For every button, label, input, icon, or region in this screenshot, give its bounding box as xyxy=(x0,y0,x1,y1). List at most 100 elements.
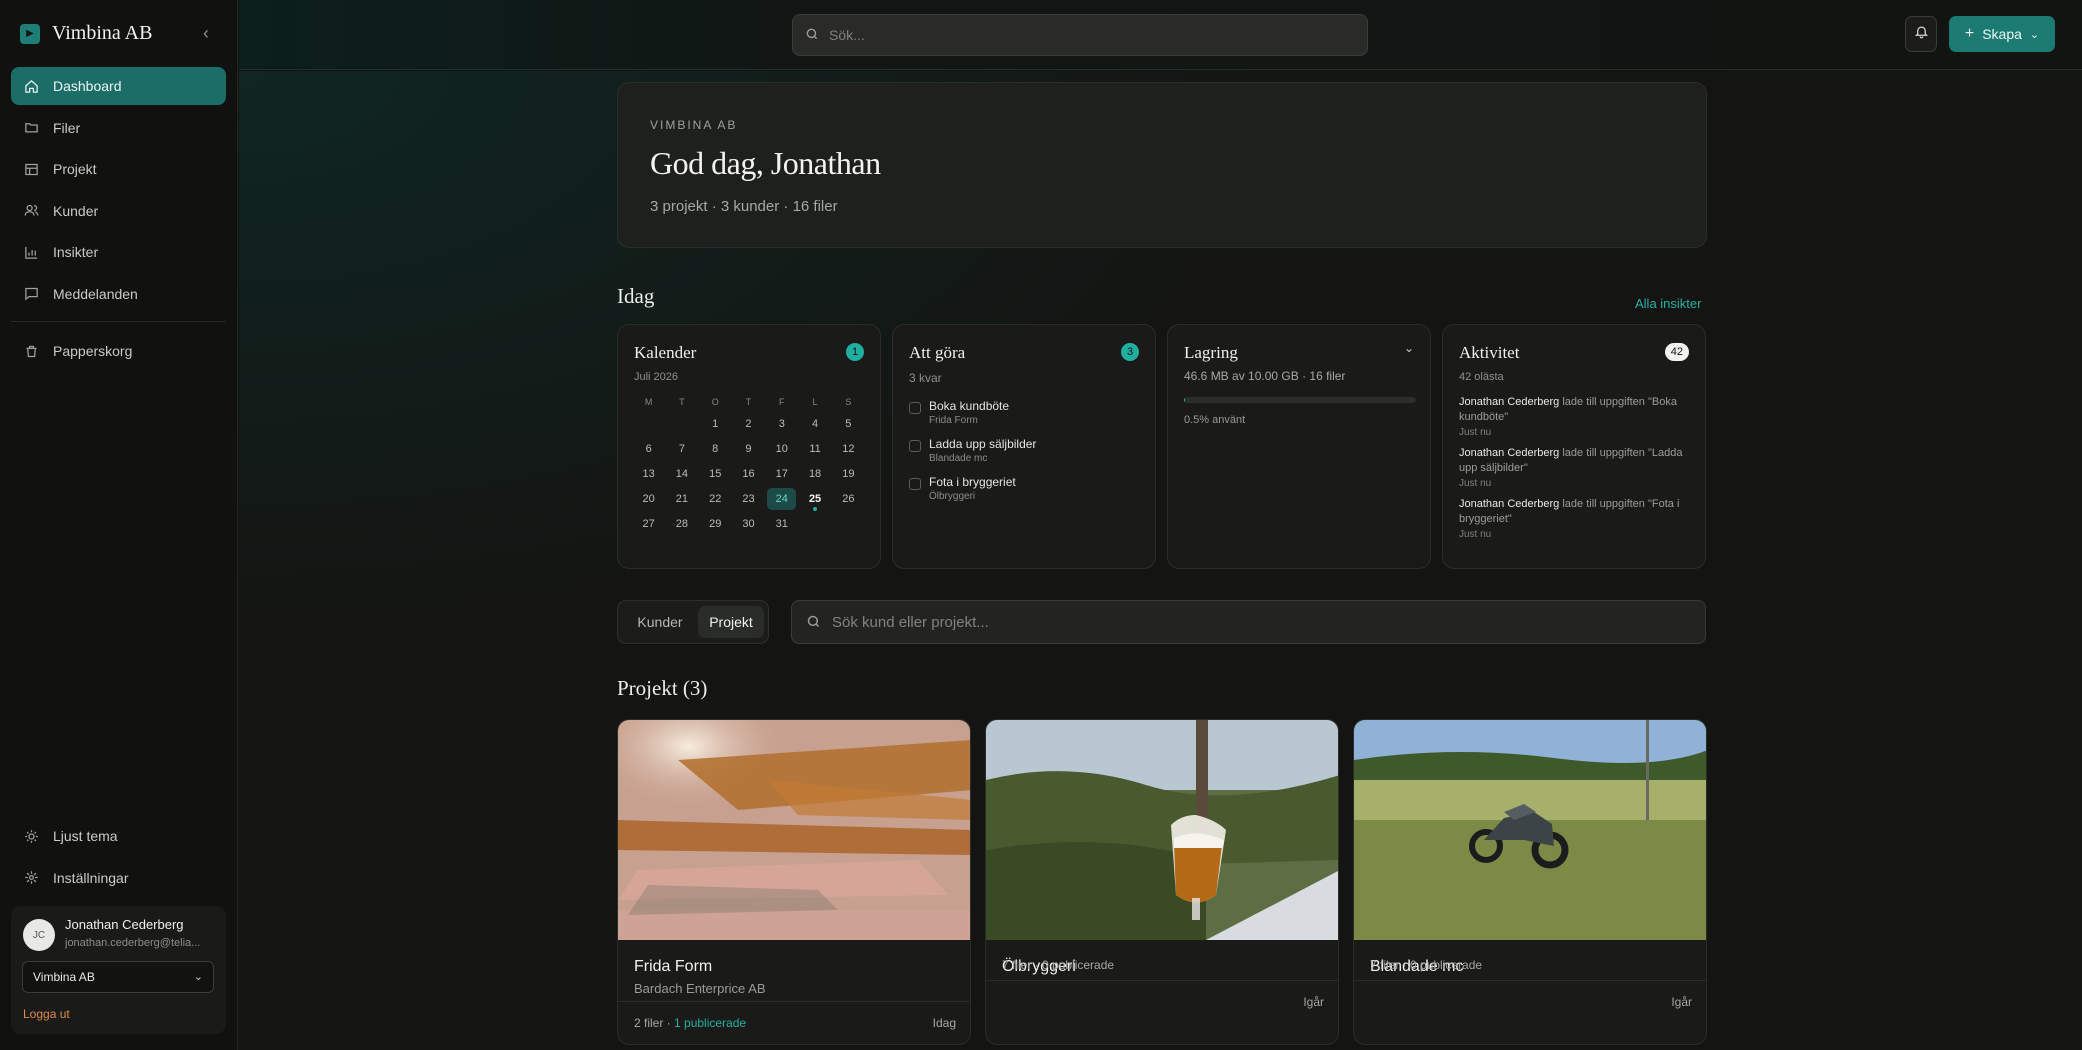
logout-link[interactable]: Logga ut xyxy=(23,1007,70,1021)
theme-toggle-label: Ljust tema xyxy=(53,828,118,844)
activity-time: Just nu xyxy=(1459,478,1492,489)
calendar-day[interactable]: 31 xyxy=(765,513,798,538)
collapse-sidebar-button[interactable]: ‹ xyxy=(196,22,216,44)
sidebar-item-projekt[interactable]: Projekt xyxy=(11,150,226,188)
sidebar-item-papperskorg[interactable]: Papperskorg xyxy=(11,332,226,370)
search-icon xyxy=(806,614,822,630)
sidebar-item-label: Papperskorg xyxy=(53,343,133,359)
avatar[interactable]: JC xyxy=(23,919,55,951)
todo-item: Boka kundböte Frida Form xyxy=(909,399,1036,426)
todo-item: Fota i bryggeriet Ölbryggeri xyxy=(909,475,1036,502)
sidebar-item-installningar[interactable]: Inställningar xyxy=(11,859,226,897)
calendar-day[interactable]: 13 xyxy=(632,463,665,488)
todo-item-project: Blandade mc xyxy=(929,453,988,464)
calendar-day[interactable]: 23 xyxy=(732,488,765,513)
sidebar-item-kunder[interactable]: Kunder xyxy=(11,192,226,230)
calendar-day[interactable]: 6 xyxy=(632,438,665,463)
calendar-day[interactable]: 27 xyxy=(632,513,665,538)
calendar-day[interactable]: 8 xyxy=(699,438,732,463)
calendar-day[interactable]: 2 xyxy=(732,413,765,438)
calendar-day[interactable]: 30 xyxy=(732,513,765,538)
calendar-day[interactable]: 19 xyxy=(832,463,865,488)
calendar-day[interactable]: 11 xyxy=(798,438,831,463)
calendar-day[interactable]: 10 xyxy=(765,438,798,463)
todo-checkbox[interactable] xyxy=(909,402,921,414)
calendar-day[interactable]: 12 xyxy=(832,438,865,463)
calendar-day[interactable]: 7 xyxy=(665,438,698,463)
calendar-day[interactable]: 1 xyxy=(699,413,732,438)
search-icon xyxy=(805,27,821,43)
todo-badge: 3 xyxy=(1121,343,1139,361)
calendar-day[interactable]: 14 xyxy=(665,463,698,488)
tab-projekt[interactable]: Projekt xyxy=(698,606,764,638)
users-icon xyxy=(23,203,39,219)
activity-item[interactable]: Jonathan Cederberg lade till uppgiften "… xyxy=(1459,497,1695,540)
calendar-day[interactable]: 25 xyxy=(798,488,831,513)
chevron-down-icon[interactable]: ⌄ xyxy=(1404,341,1414,355)
calendar-empty-cell xyxy=(798,513,831,538)
theme-toggle[interactable]: Ljust tema xyxy=(11,817,226,855)
calendar-weekday: T xyxy=(745,397,752,407)
project-card[interactable]: Frida Form Bardach Enterprice AB 2 filer… xyxy=(617,719,971,1045)
calendar-day[interactable]: 20 xyxy=(632,488,665,513)
sidebar-item-label: Inställningar xyxy=(53,869,129,886)
sidebar-item-meddelanden[interactable]: Meddelanden xyxy=(11,275,226,313)
all-insights-link[interactable]: Alla insikter xyxy=(1635,296,1701,311)
calendar-day[interactable]: 21 xyxy=(665,488,698,513)
calendar-day[interactable]: 4 xyxy=(798,413,831,438)
calendar-day[interactable]: 18 xyxy=(798,463,831,488)
activity-item[interactable]: Jonathan Cederberg lade till uppgiften "… xyxy=(1459,395,1695,438)
todo-card: Att göra 3 3 kvar Boka kundböte Frida Fo… xyxy=(892,324,1156,569)
activity-time: Just nu xyxy=(1459,529,1492,540)
storage-progress-bar xyxy=(1184,397,1416,403)
todo-item-title: Fota i bryggeriet xyxy=(929,475,1016,489)
project-files: 7 filer · 0 publicerade xyxy=(1370,958,1483,972)
calendar-day[interactable]: 17 xyxy=(765,463,798,488)
calendar-day[interactable]: 26 xyxy=(832,488,865,513)
tab-kunder[interactable]: Kunder xyxy=(624,606,696,638)
project-card[interactable]: Ölbryggeri 7 filer · 0 publicerade Igår xyxy=(985,719,1339,1045)
activity-user: Jonathan Cederberg xyxy=(1459,498,1560,510)
sidebar-item-filer[interactable]: Filer xyxy=(11,109,226,147)
calendar-day[interactable]: 3 xyxy=(765,413,798,438)
storage-used: 0.5% använt xyxy=(1184,414,1246,426)
project-thumbnail xyxy=(618,720,970,940)
search-placeholder: Sök kund eller projekt... xyxy=(832,614,989,631)
search-placeholder: Sök... xyxy=(829,27,865,43)
calendar-day[interactable]: 29 xyxy=(699,513,732,538)
activity-card: Aktivitet 42 42 olästa Jonathan Cederber… xyxy=(1442,324,1706,569)
calendar-day[interactable]: 22 xyxy=(699,488,732,513)
calendar-day[interactable]: 28 xyxy=(665,513,698,538)
sidebar-item-insikter[interactable]: Insikter xyxy=(11,233,226,271)
project-name: Frida Form xyxy=(634,958,713,975)
activity-item[interactable]: Jonathan Cederberg lade till uppgiften "… xyxy=(1459,446,1695,489)
calendar-day[interactable]: 16 xyxy=(732,463,765,488)
notifications-button[interactable] xyxy=(1905,16,1937,52)
client-project-search-input[interactable]: Sök kund eller projekt... xyxy=(791,600,1706,644)
todo-title: Att göra xyxy=(909,343,966,362)
todo-checkbox[interactable] xyxy=(909,478,921,490)
create-button[interactable]: + Skapa ⌄ xyxy=(1949,16,2055,52)
project-client: Bardach Enterprice AB xyxy=(634,981,766,996)
project-thumbnail xyxy=(986,720,1338,940)
message-icon xyxy=(23,286,39,302)
organization-select[interactable]: Vimbina AB ⌄ xyxy=(22,961,214,993)
calendar-day[interactable]: 15 xyxy=(699,463,732,488)
project-card[interactable]: Blandade mc 7 filer · 0 publicerade Igår xyxy=(1353,719,1707,1045)
calendar-card: Kalender 1 Juli 2026 MTOTFLS 1 2 3 4 5 6 7 8 9 10… xyxy=(617,324,881,569)
sidebar-item-label: Dashboard xyxy=(53,78,122,94)
calendar-empty-cell xyxy=(665,413,698,438)
main-nav: Dashboard Filer Projekt Kunder Insikter xyxy=(11,67,226,316)
global-search-input[interactable]: Sök... xyxy=(792,14,1368,56)
brand-name: Vimbina AB xyxy=(52,22,153,44)
calendar-day[interactable]: 9 xyxy=(732,438,765,463)
calendar-day[interactable]: 5 xyxy=(832,413,865,438)
storage-title: Lagring xyxy=(1184,343,1238,362)
todo-checkbox[interactable] xyxy=(909,440,921,452)
calendar-weekday: F xyxy=(779,397,785,407)
brand[interactable]: ▶ Vimbina AB xyxy=(20,22,152,45)
calendar-weekday: L xyxy=(812,397,818,407)
calendar-day[interactable]: 24 xyxy=(767,488,797,510)
sidebar-item-dashboard[interactable]: Dashboard xyxy=(11,67,226,105)
project-files: 2 filer · xyxy=(634,1016,675,1030)
